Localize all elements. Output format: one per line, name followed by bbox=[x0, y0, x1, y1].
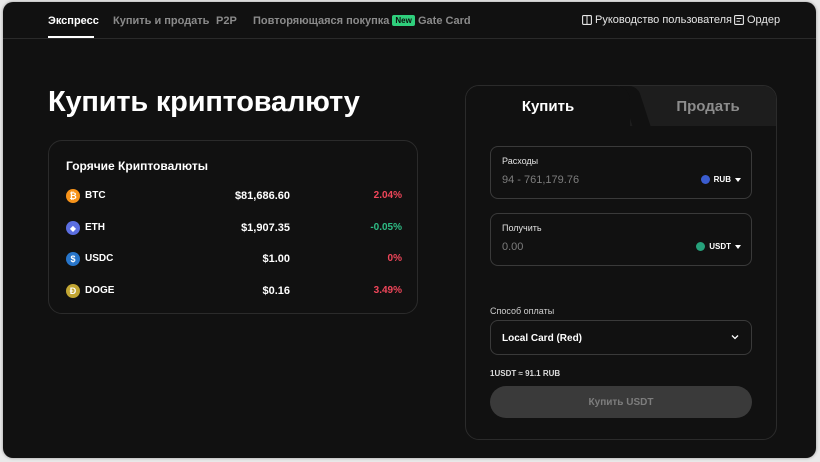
page-title: Купить криптовалюту bbox=[48, 86, 360, 118]
coin-symbol: USDC bbox=[85, 253, 114, 264]
new-badge: New bbox=[392, 15, 415, 26]
app-window: Экспресс Купить и продать P2P Повторяюща… bbox=[3, 2, 816, 458]
spend-label: Расходы bbox=[502, 156, 539, 166]
coin-change: 0% bbox=[387, 253, 402, 264]
nav-tab-p2p[interactable]: P2P bbox=[216, 15, 237, 27]
receive-input[interactable] bbox=[502, 241, 682, 253]
coin-row-eth[interactable]: ◆ ETH $1,907.35 -0.05% bbox=[66, 219, 402, 237]
coin-price: $1,907.35 bbox=[241, 222, 290, 234]
coin-change: 3.49% bbox=[373, 285, 402, 296]
buy-usdt-button[interactable]: Купить USDT bbox=[490, 386, 752, 418]
coin-row-usdc[interactable]: $ USDC $1.00 0% bbox=[66, 250, 402, 268]
top-nav: Экспресс Купить и продать P2P Повторяюща… bbox=[3, 2, 816, 39]
receive-label: Получить bbox=[502, 223, 542, 233]
usdc-icon: $ bbox=[66, 252, 80, 266]
hot-crypto-title: Горячие Криптовалюты bbox=[66, 159, 208, 173]
trade-tab-bar: Купить Продать bbox=[466, 86, 776, 126]
coin-price: $1.00 bbox=[262, 253, 290, 265]
nav-tab-gate-card[interactable]: Gate Card bbox=[418, 15, 471, 27]
rub-icon bbox=[700, 175, 710, 184]
trade-panel: Купить Продать Расходы RUB Получить USDT… bbox=[465, 85, 777, 440]
nav-tab-buy-sell[interactable]: Купить и продать bbox=[113, 15, 209, 27]
coin-symbol: ETH bbox=[85, 222, 105, 233]
eth-icon: ◆ bbox=[66, 221, 80, 235]
spend-currency-select[interactable]: RUB bbox=[700, 175, 741, 184]
user-guide-label: Руководство пользователя bbox=[595, 14, 732, 26]
payment-method-select[interactable]: Local Card (Red) bbox=[490, 320, 752, 355]
nav-tab-recurring-buy[interactable]: Повторяющаяся покупка New bbox=[253, 15, 415, 27]
tab-buy[interactable]: Купить bbox=[466, 86, 630, 126]
payment-method-label: Способ оплаты bbox=[490, 306, 555, 316]
chevron-down-icon bbox=[731, 335, 739, 340]
payment-method-value: Local Card (Red) bbox=[502, 333, 583, 344]
coin-price: $0.16 bbox=[262, 285, 290, 297]
tab-sell[interactable]: Продать bbox=[638, 86, 776, 126]
book-icon bbox=[582, 15, 592, 25]
order-icon bbox=[734, 15, 744, 25]
coin-row-btc[interactable]: ₿ BTC $81,686.60 2.04% bbox=[66, 187, 402, 205]
receive-field[interactable]: Получить USDT bbox=[490, 213, 752, 266]
coin-row-doge[interactable]: Ð DOGE $0.16 3.49% bbox=[66, 282, 402, 300]
caret-down-icon bbox=[735, 244, 741, 249]
user-guide-link[interactable]: Руководство пользователя bbox=[582, 14, 732, 26]
coin-symbol: DOGE bbox=[85, 285, 115, 296]
spend-input[interactable] bbox=[502, 174, 682, 186]
hot-crypto-card: Горячие Криптовалюты ₿ BTC $81,686.60 2.… bbox=[48, 140, 418, 314]
nav-tab-recurring-buy-label: Повторяющаяся покупка bbox=[253, 15, 390, 27]
coin-symbol: BTC bbox=[85, 190, 106, 201]
btc-icon: ₿ bbox=[66, 189, 80, 203]
active-tab-underline bbox=[48, 36, 94, 38]
caret-down-icon bbox=[735, 177, 741, 182]
spend-field[interactable]: Расходы RUB bbox=[490, 146, 752, 199]
usdt-icon bbox=[696, 242, 706, 251]
orders-link[interactable]: Ордер bbox=[734, 14, 780, 26]
doge-icon: Ð bbox=[66, 284, 80, 298]
receive-currency-label: USDT bbox=[709, 242, 731, 251]
spend-currency-label: RUB bbox=[713, 175, 731, 184]
exchange-rate: 1USDT ≈ 91.1 RUB bbox=[490, 369, 561, 378]
receive-currency-select[interactable]: USDT bbox=[696, 242, 741, 251]
coin-price: $81,686.60 bbox=[234, 190, 290, 202]
orders-label: Ордер bbox=[747, 14, 781, 26]
coin-change: -0.05% bbox=[370, 222, 402, 233]
coin-change: 2.04% bbox=[373, 190, 402, 201]
nav-tab-express[interactable]: Экспресс bbox=[48, 15, 99, 27]
